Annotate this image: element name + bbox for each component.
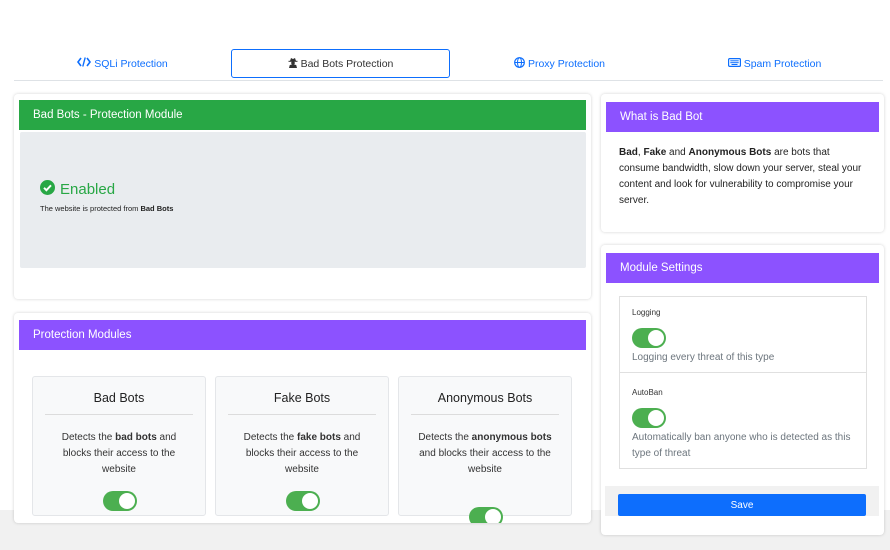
tab-bad-bots-protection[interactable]: Bad Bots Protection bbox=[231, 49, 450, 78]
module-title: Anonymous Bots bbox=[411, 391, 559, 415]
fake-bots-toggle[interactable] bbox=[286, 491, 320, 511]
card-header: Protection Modules bbox=[19, 320, 586, 350]
module-description-text: Detects the bbox=[61, 432, 116, 443]
module-description-bold: fake bots bbox=[296, 432, 341, 443]
tab-label: Proxy Protection bbox=[527, 57, 606, 70]
toggle-knob bbox=[119, 493, 135, 509]
autoban-toggle[interactable] bbox=[632, 408, 666, 428]
tab-label: Spam Protection bbox=[743, 57, 822, 70]
module-title: Fake Bots bbox=[228, 391, 376, 415]
toggle-knob bbox=[485, 509, 501, 523]
logging-setting: Logging Logging every threat of this typ… bbox=[619, 296, 867, 373]
card-header: Module Settings bbox=[606, 253, 879, 283]
tab-proxy-protection[interactable]: Proxy Protection bbox=[466, 48, 653, 79]
bad-bot-description: Bad, Fake and Anonymous Bots are bots th… bbox=[619, 145, 869, 209]
module-description-text: and blocks their access to the website bbox=[419, 448, 551, 475]
setting-label: Logging bbox=[632, 308, 661, 317]
card-title: Module Settings bbox=[620, 262, 703, 274]
tab-sqli-protection[interactable]: SQLi Protection bbox=[29, 48, 216, 79]
module-settings-card: Module Settings Logging Logging every th… bbox=[601, 245, 884, 535]
setting-label: AutoBan bbox=[632, 388, 663, 397]
module-bad-bots: Bad Bots Detects the bad bots and blocks… bbox=[32, 376, 206, 516]
module-description-bold: bad bots bbox=[115, 432, 157, 443]
protection-modules-card: Protection Modules Bad Bots Detects the … bbox=[14, 313, 591, 523]
toggle-knob bbox=[648, 330, 664, 346]
setting-description: Logging every threat of this type bbox=[632, 352, 775, 363]
description-bold: Anonymous Bots bbox=[688, 147, 772, 158]
module-title: Bad Bots bbox=[45, 391, 193, 415]
status-label: Enabled bbox=[60, 181, 116, 198]
status-panel: Enabled The website is protected from Ba… bbox=[20, 132, 586, 268]
module-description: Detects the fake bots and blocks their a… bbox=[230, 430, 374, 478]
enabled-status: Enabled bbox=[40, 180, 115, 199]
status-description-text: The website is protected from bbox=[40, 204, 141, 213]
description-text: and bbox=[666, 147, 689, 158]
module-anonymous-bots: Anonymous Bots Detects the anonymous bot… bbox=[398, 376, 572, 523]
globe-icon bbox=[514, 56, 525, 71]
toggle-knob bbox=[302, 493, 318, 509]
card-header: Bad Bots - Protection Module bbox=[19, 100, 586, 130]
code-icon bbox=[77, 57, 92, 70]
module-description-text: Detects the bbox=[418, 432, 472, 443]
bad-bots-toggle[interactable] bbox=[103, 491, 137, 511]
description-bold: Fake bbox=[643, 147, 667, 158]
logging-toggle[interactable] bbox=[632, 328, 666, 348]
module-description: Detects the bad bots and blocks their ac… bbox=[47, 430, 191, 478]
module-description-bold: anonymous bots bbox=[471, 432, 552, 443]
module-fake-bots: Fake Bots Detects the fake bots and bloc… bbox=[215, 376, 389, 516]
status-description: The website is protected from Bad Bots bbox=[40, 204, 173, 213]
module-description: Detects the anonymous bots and blocks th… bbox=[413, 430, 557, 478]
autoban-setting: AutoBan Automatically ban anyone who is … bbox=[619, 372, 867, 469]
tab-label: Bad Bots Protection bbox=[300, 57, 394, 70]
settings-footer: Save bbox=[605, 486, 879, 516]
setting-description: Automatically ban anyone who is detected… bbox=[632, 432, 851, 459]
save-button[interactable]: Save bbox=[618, 494, 866, 516]
keyboard-icon bbox=[727, 57, 741, 70]
card-title: What is Bad Bot bbox=[620, 111, 703, 123]
tab-label: SQLi Protection bbox=[94, 57, 168, 70]
tab-spam-protection[interactable]: Spam Protection bbox=[681, 48, 868, 79]
anonymous-bots-toggle[interactable] bbox=[469, 507, 503, 523]
status-description-bold: Bad Bots bbox=[140, 204, 174, 213]
module-description-text: Detects the bbox=[243, 432, 297, 443]
card-title: Bad Bots - Protection Module bbox=[33, 109, 183, 121]
user-secret-icon bbox=[288, 57, 298, 71]
check-circle-icon bbox=[40, 180, 55, 199]
card-title: Protection Modules bbox=[33, 329, 132, 341]
protection-status-card: Bad Bots - Protection Module Enabled The… bbox=[14, 94, 591, 299]
protection-tabs: SQLi Protection Bad Bots Protection Prox… bbox=[14, 48, 883, 81]
description-bold: Bad bbox=[619, 147, 638, 158]
toggle-knob bbox=[648, 410, 664, 426]
what-is-bad-bot-card: What is Bad Bot Bad, Fake and Anonymous … bbox=[601, 94, 884, 232]
card-header: What is Bad Bot bbox=[606, 102, 879, 132]
